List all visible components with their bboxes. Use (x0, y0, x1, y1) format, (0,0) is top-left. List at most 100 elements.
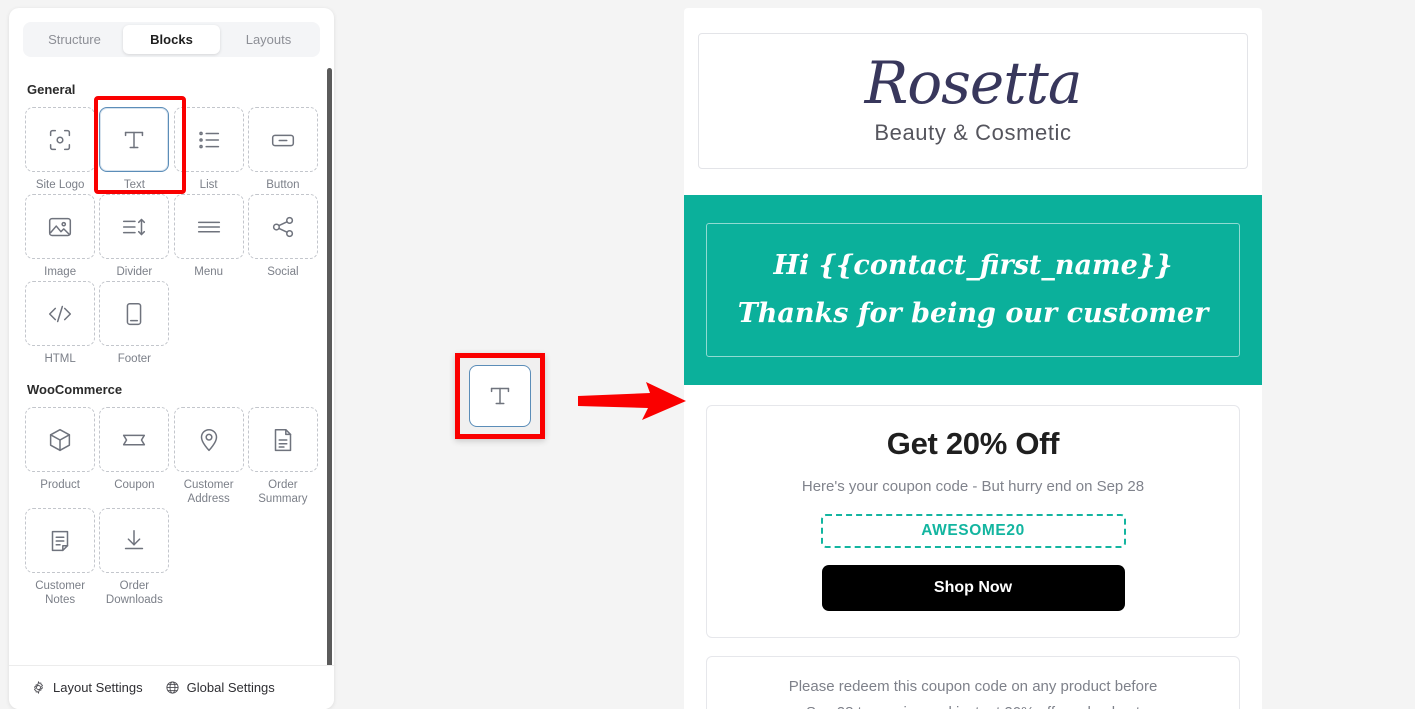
block-label: Product (40, 479, 80, 491)
global-settings-button[interactable]: Global Settings (165, 680, 275, 695)
block-product[interactable]: Product (23, 405, 97, 506)
code-icon (49, 305, 72, 322)
block-tile[interactable] (247, 194, 318, 259)
coupon-title: Get 20% Off (886, 426, 1060, 461)
block-tile[interactable] (99, 194, 170, 259)
block-tile[interactable] (247, 107, 318, 172)
greeting-line-1: Hi {{contact_first_name}} (773, 250, 1173, 281)
block-order-downloads[interactable]: Order Downloads (97, 506, 171, 607)
greeting-text-block[interactable]: Hi {{contact_first_name}} Thanks for bei… (706, 223, 1240, 357)
block-label: Coupon (114, 479, 155, 491)
block-customer-address[interactable]: Customer Address (172, 405, 246, 506)
document-list-icon (274, 428, 292, 451)
section-title-woocommerce: WooCommerce (27, 382, 123, 397)
email-logo-block[interactable]: Rosetta Beauty & Cosmetic (698, 33, 1248, 169)
block-tile[interactable] (25, 281, 96, 346)
block-tile[interactable] (25, 407, 96, 472)
blocks-sidebar-panel: Structure Blocks Layouts General Site Lo… (9, 8, 334, 709)
sidebar-tabs: Structure Blocks Layouts (23, 22, 320, 57)
drag-ghost-tile (469, 365, 531, 427)
block-coupon[interactable]: Coupon (97, 405, 171, 506)
block-customer-notes[interactable]: Customer Notes (23, 506, 97, 607)
menu-icon (197, 221, 220, 232)
block-tile[interactable] (247, 407, 318, 472)
block-label: Button (266, 179, 300, 191)
block-tile[interactable] (25, 107, 96, 172)
shop-now-button[interactable]: Shop Now (821, 565, 1125, 611)
block-text[interactable]: Text (97, 105, 171, 192)
block-tile[interactable] (25, 194, 96, 259)
block-html[interactable]: HTML (23, 279, 97, 366)
divider-icon (123, 218, 146, 235)
email-greeting-band[interactable]: Hi {{contact_first_name}} Thanks for bei… (684, 195, 1262, 385)
block-button[interactable]: Button (246, 105, 320, 192)
gear-icon (33, 680, 44, 695)
section-title-general: General (27, 82, 76, 97)
email-preview-panel: Rosetta Beauty & Cosmetic Hi {{contact_f… (684, 8, 1262, 709)
map-pin-icon (200, 428, 217, 451)
block-tile[interactable] (25, 508, 96, 573)
general-blocks-grid: Site Logo Text List Button Image Divider… (9, 105, 334, 366)
block-tile[interactable] (99, 281, 170, 346)
email-redeem-note-block[interactable]: Please redeem this coupon code on any pr… (706, 656, 1240, 709)
coupon-subtitle: Here's your coupon code - But hurry end … (801, 478, 1145, 495)
woocommerce-blocks-grid: Product Coupon Customer Address Order Su… (9, 405, 334, 607)
block-label: Social (267, 266, 299, 278)
email-coupon-block[interactable]: Get 20% Off Here's your coupon code - Bu… (706, 405, 1240, 638)
ticket-icon (123, 434, 146, 445)
block-label: Divider (116, 266, 153, 278)
sidebar-footer: Layout Settings Global Settings (9, 665, 334, 709)
block-tile[interactable] (173, 194, 244, 259)
block-tile-selected[interactable] (99, 107, 170, 172)
greeting-line-2: Thanks for being our customer (737, 298, 1209, 329)
tab-blocks[interactable]: Blocks (123, 25, 220, 54)
drag-direction-arrow (578, 382, 686, 420)
block-tile[interactable] (173, 107, 244, 172)
app-root: Structure Blocks Layouts General Site Lo… (0, 0, 1415, 709)
layout-settings-button[interactable]: Layout Settings (31, 680, 143, 695)
block-label: List (199, 179, 218, 191)
sidebar-tabs-container: Structure Blocks Layouts (9, 8, 334, 57)
block-divider[interactable]: Divider (97, 192, 171, 279)
block-label: HTML (44, 353, 76, 365)
brand-name: Rosetta (864, 49, 1083, 117)
text-icon (125, 131, 144, 148)
block-list[interactable]: List (172, 105, 246, 192)
block-label: Customer Notes (35, 580, 86, 606)
block-menu[interactable]: Menu (172, 192, 246, 279)
block-label: Site Logo (35, 179, 85, 191)
redeem-line-1: Please redeem this coupon code on any pr… (788, 678, 1158, 695)
tab-structure[interactable]: Structure (26, 25, 123, 54)
list-icon (198, 131, 219, 148)
coupon-code-box[interactable]: AWESOME20 (820, 514, 1126, 548)
global-settings-label: Global Settings (186, 680, 275, 695)
layout-settings-label: Layout Settings (53, 680, 143, 695)
block-label: Order Downloads (105, 580, 163, 606)
block-tile[interactable] (173, 407, 244, 472)
sidebar-scrollbar[interactable] (327, 68, 332, 673)
image-icon (49, 217, 72, 236)
globe-icon (166, 681, 179, 694)
button-icon (271, 134, 294, 146)
block-footer[interactable]: Footer (97, 279, 171, 366)
footer-icon (127, 302, 142, 325)
block-tile[interactable] (99, 508, 170, 573)
block-image[interactable]: Image (23, 192, 97, 279)
block-order-summary[interactable]: Order Summary (246, 405, 320, 506)
block-label: Image (44, 266, 77, 278)
block-label: Customer Address (183, 479, 234, 505)
block-site-logo[interactable]: Site Logo (23, 105, 97, 192)
block-label: Menu (194, 266, 224, 278)
box-icon (50, 428, 71, 451)
block-label: Footer (117, 353, 151, 365)
block-social[interactable]: Social (246, 192, 320, 279)
social-share-icon (272, 216, 293, 237)
tab-layouts[interactable]: Layouts (220, 25, 317, 54)
redeem-line-2: Sep 28 to receive and instant 20% off on… (727, 700, 1219, 709)
dragged-text-block-ghost[interactable] (455, 353, 545, 439)
block-tile[interactable] (99, 407, 170, 472)
download-icon (125, 529, 144, 549)
coupon-code: AWESOME20 (921, 522, 1025, 539)
block-label: Text (123, 179, 145, 191)
text-icon (490, 387, 510, 405)
